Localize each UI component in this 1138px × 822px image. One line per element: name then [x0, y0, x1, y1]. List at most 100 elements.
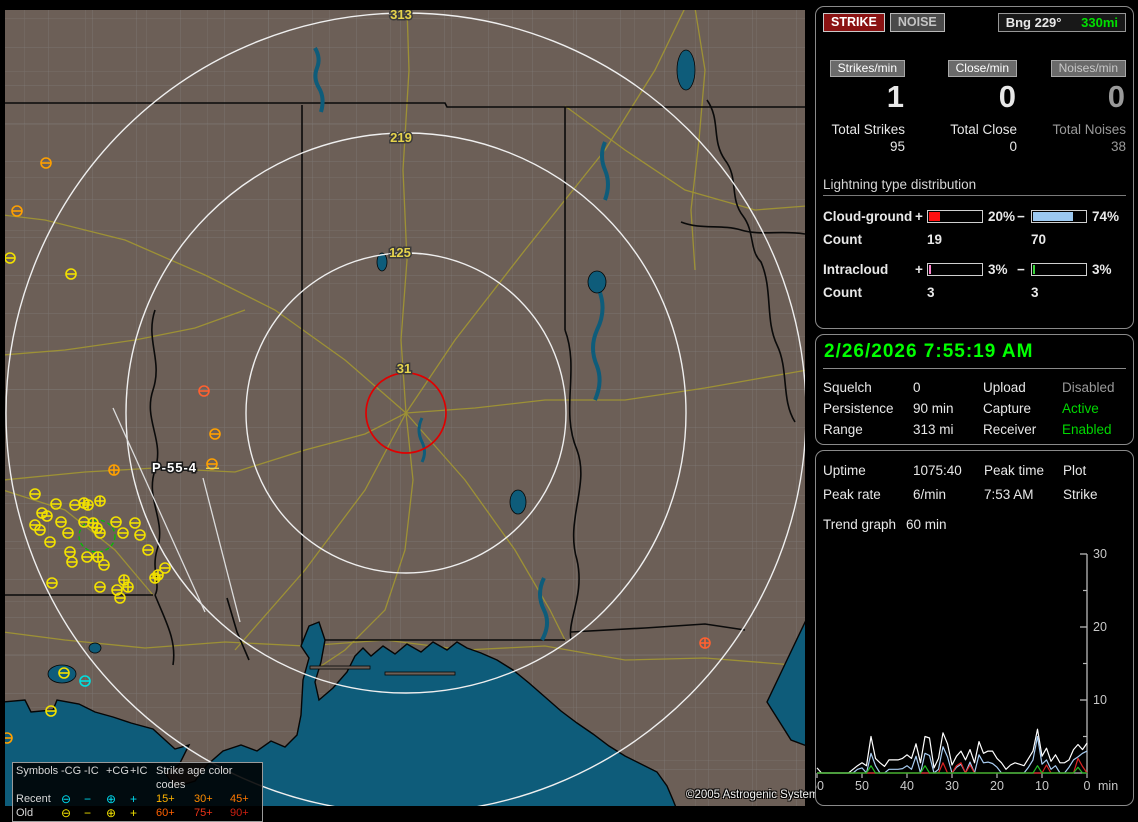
bearing-distance: 330mi — [1081, 15, 1118, 30]
status-grid: Squelch 0 Upload Disabled Persistence 90… — [823, 380, 1126, 437]
range-label: Range — [823, 422, 863, 437]
ic-neg-count: 3 — [1031, 285, 1039, 300]
persistence-value: 90 min — [913, 401, 954, 416]
ic-pos-bar — [927, 262, 983, 276]
cg-pos-bar — [927, 209, 983, 223]
trend-series — [816, 728, 1088, 774]
noise-button[interactable]: NOISE — [889, 13, 945, 32]
ic-pos-pct: 3% — [988, 261, 1008, 277]
age-code-30: 30+ — [194, 793, 213, 805]
intracloud-count-row: Count 3 3 — [823, 280, 1126, 305]
trend-graph-label: Trend graph — [823, 517, 897, 532]
lightning-map[interactable]: 313 219 125 31 P-55-4 — — [5, 10, 805, 806]
strike-symbol-pos — [108, 464, 120, 476]
legend-header-symbols: Symbols — [16, 765, 59, 777]
trend-panel: Uptime 1075:40 Peak time Plot Peak rate … — [815, 450, 1134, 806]
strikes-per-min-button[interactable]: Strikes/min — [829, 60, 905, 77]
pos-cg-old-icon: ⊕ — [106, 806, 117, 820]
copyright-text: ©2005 Astrogenic Systems — [686, 789, 825, 801]
noises-per-min-column: Noises/min 0 Total Noises 38 — [1017, 59, 1126, 154]
trend-graph-value: 60 min — [906, 517, 947, 532]
legend-row-old-label: Old — [16, 807, 34, 819]
storm-cell-label: P-55-4 — [152, 460, 197, 475]
cloud-ground-count-row: Count 19 70 — [823, 227, 1126, 252]
peak-time-label: Peak time — [984, 463, 1045, 478]
trend-series-total_strikes — [816, 728, 1088, 774]
upload-label: Upload — [983, 380, 1026, 395]
strikes-per-min-value: 1 — [886, 79, 905, 114]
squelch-value: 0 — [913, 380, 921, 395]
cloud-ground-row: Cloud-ground + 20% − 74% — [823, 205, 1126, 227]
persistence-label: Persistence — [823, 401, 894, 416]
cg-neg-bar — [1031, 209, 1087, 223]
strikes-per-min-column: Strikes/min 1 Total Strikes 95 — [823, 59, 905, 154]
cg-neg-count: 70 — [1031, 232, 1047, 247]
pos-ic-old-icon: + — [130, 806, 138, 820]
age-code-75: 75+ — [194, 807, 213, 819]
total-close-label: Total Close — [950, 122, 1017, 137]
distribution-title: Lightning type distribution — [823, 177, 1126, 196]
x-axis-unit: min — [1098, 779, 1118, 793]
age-code-60: 60+ — [156, 807, 175, 819]
capture-status: Active — [1062, 401, 1099, 416]
plot-value: Strike — [1063, 487, 1098, 502]
app-window: 313 219 125 31 P-55-4 — ©2005 Astrogenic Sy… — [0, 0, 1138, 822]
legend-header-age: Strike age color codes — [156, 765, 233, 791]
status-panel: 2/26/2026 7:55:19 AM Squelch 0 Upload Di… — [815, 334, 1134, 445]
strike-symbol-pos — [94, 495, 106, 507]
uptime-label: Uptime — [823, 463, 866, 478]
legend-header-neg-ic: -IC — [84, 765, 99, 777]
capture-label: Capture — [983, 401, 1032, 416]
x-tick-label: 10 — [1035, 779, 1049, 793]
total-close-value: 0 — [1009, 139, 1017, 154]
x-tick-label: 0 — [1084, 779, 1091, 793]
cg-pos-pct: 20% — [988, 208, 1016, 224]
range-value: 313 mi — [913, 422, 954, 437]
x-tick-label: 30 — [945, 779, 959, 793]
y-tick-label: 30 — [1093, 547, 1107, 561]
trend-series-neg_cloud_ground — [817, 735, 1088, 774]
y-tick-label: 10 — [1093, 693, 1107, 707]
uptime-value: 1075:40 — [913, 463, 962, 478]
minus-sign: − — [1017, 261, 1025, 277]
x-tick-label: 60 — [816, 779, 824, 793]
receiver-status: Enabled — [1062, 422, 1112, 437]
close-per-min-column: Close/min 0 Total Close 0 — [905, 59, 1017, 154]
total-noises-value: 38 — [1110, 139, 1126, 154]
peak-rate-value: 6/min — [913, 487, 947, 502]
cg-pos-count: 19 — [927, 232, 943, 247]
close-per-min-value: 0 — [998, 79, 1017, 114]
strike-button[interactable]: STRIKE — [823, 13, 885, 32]
cloud-ground-label: Cloud-ground — [823, 208, 913, 224]
datetime-display: 2/26/2026 7:55:19 AM — [823, 339, 1126, 369]
ic-pos-count: 3 — [927, 285, 935, 300]
noises-per-min-value: 0 — [1107, 79, 1126, 114]
age-code-45: 45+ — [230, 793, 249, 805]
trend-axes — [817, 554, 1088, 774]
ic-neg-pct: 3% — [1092, 261, 1112, 277]
total-strikes-label: Total Strikes — [831, 122, 905, 137]
range-ring-label: 125 — [389, 245, 411, 260]
strike-symbol-pos — [699, 637, 711, 649]
pos-cg-recent-icon: ⊕ — [106, 792, 117, 806]
total-noises-label: Total Noises — [1052, 122, 1126, 137]
trend-graph: 10 20 30 60 50 40 30 20 10 0 min — [816, 547, 1118, 793]
legend-header-neg-cg: -CG — [61, 765, 82, 777]
count-label: Count — [823, 232, 862, 247]
peak-time-value: 7:53 AM — [984, 487, 1034, 502]
neg-cg-old-icon: ⊖ — [61, 806, 72, 820]
strike-symbol-pos — [122, 581, 134, 593]
legend-header-pos-cg: +CG — [106, 765, 129, 777]
close-per-min-button[interactable]: Close/min — [947, 60, 1017, 77]
range-ring-label: 219 — [390, 130, 412, 145]
ic-neg-bar — [1031, 262, 1087, 276]
count-label: Count — [823, 285, 862, 300]
x-tick-label: 20 — [990, 779, 1004, 793]
neg-ic-recent-icon: − — [84, 792, 92, 806]
strike-counter-panel: STRIKE NOISE Bng 229° 330mi Strikes/min … — [815, 6, 1134, 329]
noises-per-min-button[interactable]: Noises/min — [1050, 60, 1126, 77]
uptime-grid: Uptime 1075:40 Peak time Plot Peak rate … — [823, 463, 1126, 502]
range-ring-label: 313 — [390, 10, 412, 22]
strike-symbol-pos — [82, 499, 94, 511]
intracloud-label: Intracloud — [823, 261, 889, 277]
